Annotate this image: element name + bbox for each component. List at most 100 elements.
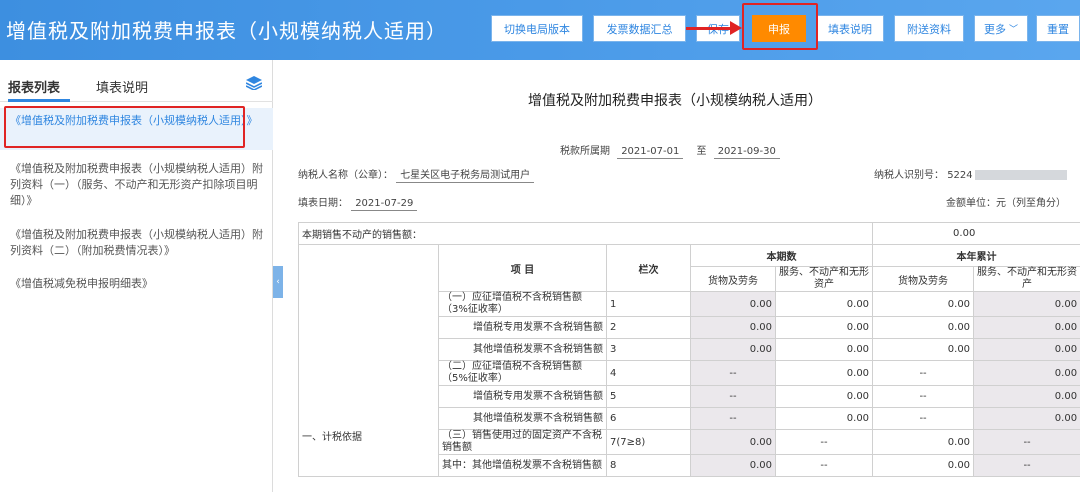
current-period-header: 本期数 <box>689 244 874 267</box>
sidebar-item-tax-relief[interactable]: 《增值税减免税申报明细表》 <box>0 276 273 292</box>
table-row: 一、计税依据 项 目 栏次 本期数 本年累计 <box>298 244 1080 477</box>
taxpayer-name: 纳税人名称（公章）： 七星关区电子税务局测试用户 <box>298 166 535 183</box>
fill-date-value: 2021-07-29 <box>351 198 418 211</box>
cell-value: 0.00 <box>690 291 776 317</box>
cell-value[interactable]: 0.00 <box>774 316 874 339</box>
real-estate-label: 本期销售不动产的销售额： <box>297 222 874 245</box>
more-label: 更多 <box>983 22 1006 36</box>
taxpayer-id: 纳税人识别号： 5224 <box>874 166 1067 181</box>
cell-value: 0.00 <box>690 429 776 455</box>
cell-value: 0.00 <box>973 338 1080 361</box>
row-col: 4 <box>606 360 691 386</box>
cell-value: 0.00 <box>690 338 776 361</box>
form-title: 增值税及附加税费申报表（小规模纳税人适用） <box>528 93 822 109</box>
declare-button[interactable]: 申报 <box>752 15 806 42</box>
cell-value[interactable]: 0.00 <box>872 316 975 339</box>
cell-value: -- <box>872 407 975 430</box>
row-col: 5 <box>606 385 691 408</box>
cell-value: -- <box>690 385 776 408</box>
taxpayer-id-value: 5224 <box>947 170 973 181</box>
row-item: 增值税专用发票不含税销售额 <box>438 385 607 408</box>
cell-value[interactable]: 0.00 <box>872 291 975 317</box>
cell-value[interactable]: 0.00 <box>872 338 975 361</box>
tab-fill-instructions[interactable]: 填表说明 <box>96 77 148 96</box>
cell-value[interactable]: 0.00 <box>774 407 874 430</box>
row-item: （三）销售使用过的固定资产不含税销售额 <box>438 429 607 455</box>
row-item: 其他增值税发票不含税销售额 <box>438 407 607 430</box>
goods-header-year: 货物及劳务 <box>872 266 975 292</box>
cell-value: -- <box>690 360 776 386</box>
cell-value: -- <box>872 385 975 408</box>
col-header: 栏次 <box>606 244 691 292</box>
header-bar: 增值税及附加税费申报表（小规模纳税人适用） 切换电局版本 发票数据汇总 保存 申… <box>0 0 1080 60</box>
cell-value: 0.00 <box>690 454 776 477</box>
row-col: 1 <box>606 291 691 317</box>
cell-value[interactable]: 0.00 <box>774 385 874 408</box>
taxpayer-name-value: 七星关区电子税务局测试用户 <box>396 170 535 183</box>
cell-value: 0.00 <box>973 291 1080 317</box>
report-sidebar: 报表列表 填表说明 《增值税及附加税费申报表（小规模纳税人适用）》 《增值税及附… <box>0 60 273 492</box>
fill-instructions-button[interactable]: 填表说明 <box>816 15 884 42</box>
chevron-down-icon: ﹀ <box>1008 25 1018 35</box>
fill-date-label: 填表日期： <box>298 198 348 209</box>
row-item: （一）应征增值税不含税销售额（3%征收率） <box>438 291 607 317</box>
collapse-sidebar-icon[interactable]: ‹ <box>273 266 283 298</box>
tax-period: 税款所属期 2021-07-01 至 2021-09-30 <box>560 142 780 159</box>
page-title: 增值税及附加税费申报表（小规模纳税人适用） <box>6 19 447 43</box>
more-button[interactable]: 更多 ﹀ <box>974 15 1028 42</box>
cell-value[interactable]: 0.00 <box>774 291 874 317</box>
services-header: 服务、不动产和无形资产 <box>774 266 874 292</box>
fill-date: 填表日期： 2021-07-29 <box>298 194 418 211</box>
cell-value: -- <box>872 360 975 386</box>
cell-value: 0.00 <box>973 407 1080 430</box>
tab-report-list[interactable]: 报表列表 <box>8 77 60 96</box>
cell-value: -- <box>973 454 1080 477</box>
row-item: 其他增值税发票不含税销售额 <box>438 338 607 361</box>
sidebar-tabs: 报表列表 填表说明 <box>0 60 273 102</box>
cell-value[interactable]: 0.00 <box>774 338 874 361</box>
row-col: 8 <box>606 454 691 477</box>
switch-version-button[interactable]: 切换电局版本 <box>491 15 583 42</box>
services-header-year: 服务、不动产和无形资产 <box>973 266 1080 292</box>
period-end-field[interactable]: 2021-09-30 <box>713 146 780 159</box>
row-col: 2 <box>606 316 691 339</box>
declaration-table: 本期销售不动产的销售额： 0.00 一、计税依据 项 目 栏次 本期数 本年累计… <box>297 222 1080 477</box>
layers-icon[interactable] <box>246 76 262 90</box>
cell-value[interactable]: 0.00 <box>774 360 874 386</box>
form-area: 增值税及附加税费申报表（小规模纳税人适用） 税款所属期 2021-07-01 至… <box>284 60 1080 492</box>
table-row: 本期销售不动产的销售额： 0.00 <box>297 222 1080 245</box>
goods-header: 货物及劳务 <box>690 266 776 292</box>
reset-button[interactable]: 重置 <box>1036 15 1080 42</box>
taxpayer-id-label: 纳税人识别号： <box>874 170 944 181</box>
cell-value: -- <box>973 429 1080 455</box>
annotation-arrow-head <box>730 21 742 35</box>
row-item: 其中：其他增值税发票不含税销售额 <box>438 454 607 477</box>
taxpayer-name-label: 纳税人名称（公章）： <box>298 170 393 181</box>
cell-value: -- <box>774 454 874 477</box>
row-col: 3 <box>606 338 691 361</box>
item-header: 项 目 <box>438 244 607 292</box>
sidebar-item-main-report[interactable]: 《增值税及附加税费申报表（小规模纳税人适用）》 <box>0 108 273 150</box>
cell-value: 0.00 <box>973 316 1080 339</box>
unit-note: 金额单位：元（列至角分） <box>946 198 1066 209</box>
cell-value: -- <box>690 407 776 430</box>
cell-value: 0.00 <box>690 316 776 339</box>
period-start-field[interactable]: 2021-07-01 <box>617 146 684 159</box>
attachments-button[interactable]: 附送资料 <box>894 15 964 42</box>
period-label: 税款所属期 <box>560 146 610 157</box>
row-col: 7(7≥8) <box>606 429 691 455</box>
cell-value[interactable]: 0.00 <box>872 454 975 477</box>
cell-value[interactable]: 0.00 <box>872 429 975 455</box>
real-estate-value[interactable]: 0.00 <box>872 222 1080 245</box>
row-item: 增值税专用发票不含税销售额 <box>438 316 607 339</box>
taxpayer-id-redacted <box>974 170 1067 180</box>
sidebar-item-attachment-2[interactable]: 《增值税及附加税费申报表（小规模纳税人适用）附列资料（二）（附加税费情况表）》 <box>0 227 273 259</box>
invoice-summary-button[interactable]: 发票数据汇总 <box>593 15 686 42</box>
sidebar-item-attachment-1[interactable]: 《增值税及附加税费申报表（小规模纳税人适用）附列资料（一）（服务、不动产和无形资… <box>0 161 273 209</box>
section-label: 一、计税依据 <box>298 244 439 477</box>
active-tab-underline <box>8 99 70 102</box>
cell-value: 0.00 <box>973 360 1080 386</box>
cell-value: -- <box>774 429 874 455</box>
row-item: （二）应征增值税不含税销售额（5%征收率） <box>438 360 607 386</box>
year-total-header: 本年累计 <box>872 244 1080 267</box>
